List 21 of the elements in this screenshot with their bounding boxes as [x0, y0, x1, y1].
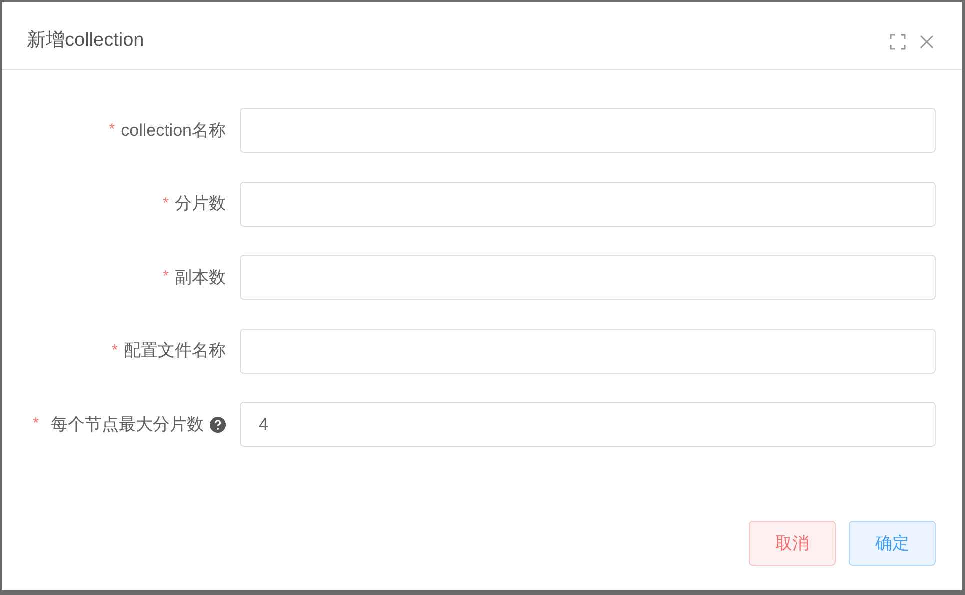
help-icon[interactable] [210, 416, 226, 432]
required-asterisk: * [112, 340, 118, 361]
close-icon[interactable] [920, 34, 934, 48]
required-asterisk: * [33, 414, 39, 434]
text-field[interactable]: 4 [240, 402, 936, 447]
confirm-button[interactable]: 确定 [849, 521, 936, 566]
form-label: 每个节点最大分片数 [51, 414, 204, 436]
form-label: 配置文件名称 [124, 340, 226, 362]
form-label: 副本数 [175, 266, 226, 289]
text-field[interactable] [240, 108, 936, 153]
required-asterisk: * [109, 120, 116, 140]
required-asterisk: * [163, 194, 169, 214]
text-field[interactable] [240, 328, 936, 374]
form-label: 分片数 [175, 193, 226, 216]
form-label: collection名称 [121, 120, 226, 142]
text-field[interactable] [240, 255, 936, 300]
fullscreen-icon[interactable] [890, 34, 906, 50]
dialog-title: 新增collection [27, 29, 144, 54]
text-field[interactable] [240, 182, 936, 226]
required-asterisk: * [163, 267, 169, 288]
cancel-button[interactable]: 取消 [749, 521, 836, 566]
